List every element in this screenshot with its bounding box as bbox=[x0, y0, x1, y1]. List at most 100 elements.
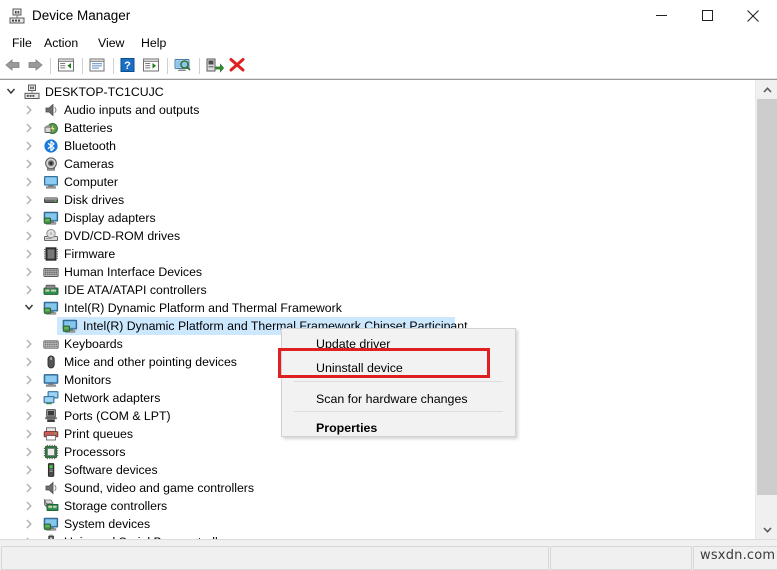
context-menu-item-scan-for-hardware-changes[interactable]: Scan for hardware changes bbox=[283, 387, 514, 411]
uninstall-device-icon[interactable] bbox=[228, 57, 248, 75]
chevron-right-icon[interactable] bbox=[24, 281, 40, 299]
tree-item-label: Bluetooth bbox=[64, 139, 116, 153]
chevron-right-icon[interactable] bbox=[24, 209, 40, 227]
menu-item-view[interactable]: View bbox=[92, 34, 130, 52]
update-driver-icon[interactable] bbox=[142, 57, 162, 75]
tree-item[interactable]: IDE ATA/ATAPI controllers bbox=[0, 281, 755, 299]
tree-item[interactable]: Computer bbox=[0, 173, 755, 191]
chevron-right-icon[interactable] bbox=[24, 245, 40, 263]
context-menu-item-update-driver[interactable]: Update driver bbox=[283, 332, 514, 356]
chevron-right-icon[interactable] bbox=[24, 173, 40, 191]
computer-root-icon bbox=[24, 84, 40, 100]
camera-icon bbox=[45, 157, 57, 171]
scrollbar-track[interactable] bbox=[756, 99, 777, 520]
tree-item[interactable]: DVD/CD-ROM drives bbox=[0, 227, 755, 245]
bluetooth-icon bbox=[44, 139, 58, 153]
menu-item-action[interactable]: Action bbox=[38, 34, 84, 52]
context-menu[interactable]: Update driver Uninstall device Scan for ha… bbox=[281, 328, 516, 437]
forward-icon[interactable] bbox=[26, 57, 46, 75]
chevron-right-icon[interactable] bbox=[24, 371, 40, 389]
tree-item-label: Software devices bbox=[64, 463, 158, 477]
client-area: DESKTOP-TC1CUJC Audio inputs and outputs B… bbox=[0, 79, 777, 540]
tree-item[interactable]: Storage controllers bbox=[0, 497, 755, 515]
chevron-right-icon[interactable] bbox=[24, 137, 40, 155]
tree-item-label: Monitors bbox=[64, 373, 112, 387]
tree-item[interactable]: Processors bbox=[0, 443, 755, 461]
menu-bar: File Action View Help bbox=[0, 32, 777, 54]
tree-item-label: Firmware bbox=[64, 247, 116, 261]
tree-item-label: Network adapters bbox=[64, 391, 161, 405]
ide-icon bbox=[43, 282, 59, 298]
tree-item[interactable]: System devices bbox=[0, 515, 755, 533]
chevron-right-icon[interactable] bbox=[24, 101, 40, 119]
tree-item-label: System devices bbox=[64, 517, 151, 531]
help-icon[interactable]: ? bbox=[119, 57, 139, 75]
tree-item[interactable]: Software devices bbox=[0, 461, 755, 479]
tree-item[interactable]: Intel(R) Dynamic Platform and Thermal Fr… bbox=[0, 299, 755, 317]
monitor-icon bbox=[44, 176, 58, 189]
tree-item-label: DVD/CD-ROM drives bbox=[64, 229, 181, 243]
chevron-right-icon[interactable] bbox=[24, 425, 40, 443]
speaker-icon bbox=[43, 480, 59, 496]
close-button[interactable] bbox=[730, 0, 776, 31]
dvd-icon bbox=[44, 228, 58, 242]
scrollbar-thumb[interactable] bbox=[757, 99, 777, 495]
chevron-right-icon[interactable] bbox=[24, 443, 40, 461]
device-tree[interactable]: DESKTOP-TC1CUJC Audio inputs and outputs B… bbox=[0, 80, 755, 539]
chevron-right-icon[interactable] bbox=[24, 407, 40, 425]
software-icon bbox=[47, 463, 55, 477]
chevron-right-icon[interactable] bbox=[24, 461, 40, 479]
chevron-right-icon[interactable] bbox=[24, 227, 40, 245]
tree-item[interactable]: Firmware bbox=[0, 245, 755, 263]
chevron-down-icon[interactable] bbox=[6, 83, 22, 101]
properties-icon[interactable] bbox=[88, 57, 108, 75]
menu-item-help[interactable]: Help bbox=[135, 34, 172, 52]
update-driver-icon bbox=[143, 58, 159, 72]
chevron-right-icon[interactable] bbox=[24, 263, 40, 281]
vertical-scrollbar[interactable] bbox=[755, 80, 777, 539]
toolbar: ? bbox=[0, 54, 777, 79]
properties-icon bbox=[89, 58, 105, 72]
chevron-right-icon[interactable] bbox=[24, 191, 40, 209]
display-icon bbox=[62, 319, 78, 333]
battery-icon bbox=[44, 123, 58, 134]
close-icon bbox=[747, 9, 759, 22]
chevron-right-icon[interactable] bbox=[24, 353, 40, 371]
context-menu-item-uninstall-device[interactable]: Uninstall device bbox=[283, 356, 514, 380]
tree-item[interactable]: Batteries bbox=[0, 119, 755, 137]
enable-device-icon[interactable] bbox=[204, 57, 225, 75]
monitor2-icon bbox=[43, 374, 59, 387]
chevron-right-icon[interactable] bbox=[24, 119, 40, 137]
tree-item[interactable]: Human Interface Devices bbox=[0, 263, 755, 281]
chevron-right-icon[interactable] bbox=[24, 515, 40, 533]
tree-item[interactable]: Display adapters bbox=[0, 209, 755, 227]
tree-item[interactable]: Disk drives bbox=[0, 191, 755, 209]
chevron-right-icon[interactable] bbox=[24, 335, 40, 353]
chevron-right-icon[interactable] bbox=[24, 155, 40, 173]
tree-item-label: Cameras bbox=[64, 157, 114, 171]
printer-icon bbox=[43, 427, 59, 441]
back-icon[interactable] bbox=[4, 57, 24, 75]
scroll-down-button[interactable] bbox=[756, 520, 777, 539]
tree-item[interactable]: Bluetooth bbox=[0, 137, 755, 155]
device-manager-icon bbox=[9, 8, 25, 24]
tree-item[interactable]: Cameras bbox=[0, 155, 755, 173]
display-icon bbox=[43, 301, 59, 315]
chevron-right-icon[interactable] bbox=[24, 497, 40, 515]
tree-root-item[interactable]: DESKTOP-TC1CUJC bbox=[0, 83, 755, 101]
minimize-button[interactable] bbox=[638, 0, 684, 31]
menu-item-file[interactable]: File bbox=[6, 34, 38, 52]
context-menu-item-properties[interactable]: Properties bbox=[283, 416, 514, 440]
tree-item[interactable]: Audio inputs and outputs bbox=[0, 101, 755, 119]
chevron-right-icon[interactable] bbox=[24, 389, 40, 407]
maximize-button[interactable] bbox=[684, 0, 730, 31]
scroll-up-button[interactable] bbox=[756, 80, 777, 99]
chevron-right-icon[interactable] bbox=[24, 479, 40, 497]
mouse-icon bbox=[47, 355, 55, 369]
scan-for-hardware-changes-icon[interactable] bbox=[172, 57, 192, 75]
tree-item[interactable]: Sound, video and game controllers bbox=[0, 479, 755, 497]
show-hide-console-tree-icon[interactable] bbox=[57, 57, 77, 75]
storage-icon bbox=[43, 498, 59, 514]
chevron-down-icon[interactable] bbox=[24, 299, 40, 317]
monitor-icon bbox=[43, 174, 59, 190]
